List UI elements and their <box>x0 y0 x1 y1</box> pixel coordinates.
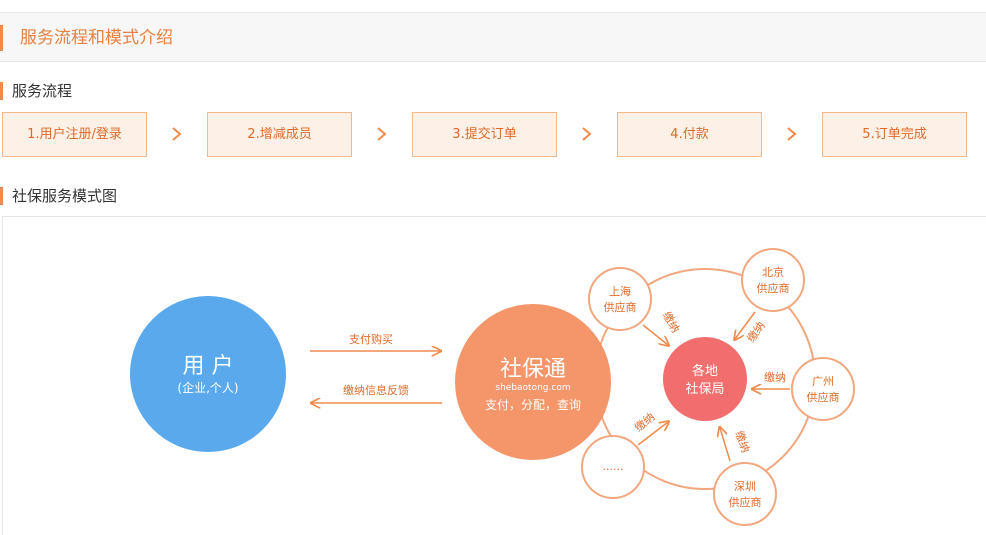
platform-domain: shebaotong.com <box>495 383 570 393</box>
supplier-guangzhou: 广州 供应商 <box>791 357 855 421</box>
platform-name: 社保通 <box>500 357 566 382</box>
supplier-shanghai: 上海 供应商 <box>588 267 652 331</box>
svg-text:上海: 上海 <box>609 284 631 298</box>
pay-label: 缴纳 <box>660 309 683 335</box>
supplier-shenzhen: 深圳 供应商 <box>713 462 777 526</box>
chevron-right-icon <box>377 127 387 141</box>
flow-label-pay: 支付购买 <box>349 332 393 346</box>
section-accent-bar <box>0 187 3 205</box>
user-sublabel: (企业,个人) <box>177 380 238 395</box>
svg-text:深圳: 深圳 <box>734 480 756 493</box>
chevron-right-icon <box>172 127 182 141</box>
bureau-label-line1: 各地 <box>692 363 718 379</box>
section-title-text: 服务流程 <box>12 82 73 100</box>
page-title: 服务流程和模式介绍 <box>20 28 173 48</box>
flow-label-feedback: 缴纳信息反馈 <box>343 383 409 397</box>
user-label: 用 户 <box>183 354 234 379</box>
pay-label: 缴纳 <box>632 410 658 435</box>
bureau-circle <box>663 337 747 421</box>
section-accent-bar <box>0 82 3 100</box>
svg-text:......: ...... <box>603 460 624 473</box>
svg-text:北京: 北京 <box>762 265 784 279</box>
chevron-right-icon <box>787 127 797 141</box>
section-title-model: 社保服务模式图 <box>0 185 117 207</box>
svg-text:供应商: 供应商 <box>729 495 762 509</box>
svg-text:广州: 广州 <box>812 375 834 388</box>
service-model-diagram: 用 户 (企业,个人) 支付购买 缴纳信息反馈 社保通 shebaotong.c… <box>2 216 986 535</box>
section-title-process: 服务流程 <box>0 80 72 102</box>
section-title-text: 社保服务模式图 <box>12 187 118 205</box>
svg-text:供应商: 供应商 <box>807 390 840 404</box>
platform-desc: 支付，分配，查询 <box>485 398 581 412</box>
chevron-right-icon <box>582 127 592 141</box>
svg-text:供应商: 供应商 <box>604 300 637 314</box>
pay-arrow <box>642 324 668 345</box>
process-step-4: 4.付款 <box>617 112 762 157</box>
header-accent-bar <box>0 25 3 51</box>
page-header: 服务流程和模式介绍 <box>0 12 986 62</box>
pay-arrow <box>720 428 731 462</box>
pay-label: 缴纳 <box>732 429 753 454</box>
platform-circle <box>455 304 611 460</box>
supplier-more: ...... <box>581 435 645 499</box>
supplier-beijing: 北京 供应商 <box>741 248 805 312</box>
process-step-1: 1.用户注册/登录 <box>2 112 147 157</box>
process-step-5: 5.订单完成 <box>822 112 967 157</box>
process-step-3: 3.提交订单 <box>412 112 557 157</box>
svg-text:供应商: 供应商 <box>757 281 790 295</box>
process-step-2: 2.增减成员 <box>207 112 352 157</box>
bureau-label-line2: 社保局 <box>685 381 724 397</box>
pay-label: 缴纳 <box>764 370 786 384</box>
